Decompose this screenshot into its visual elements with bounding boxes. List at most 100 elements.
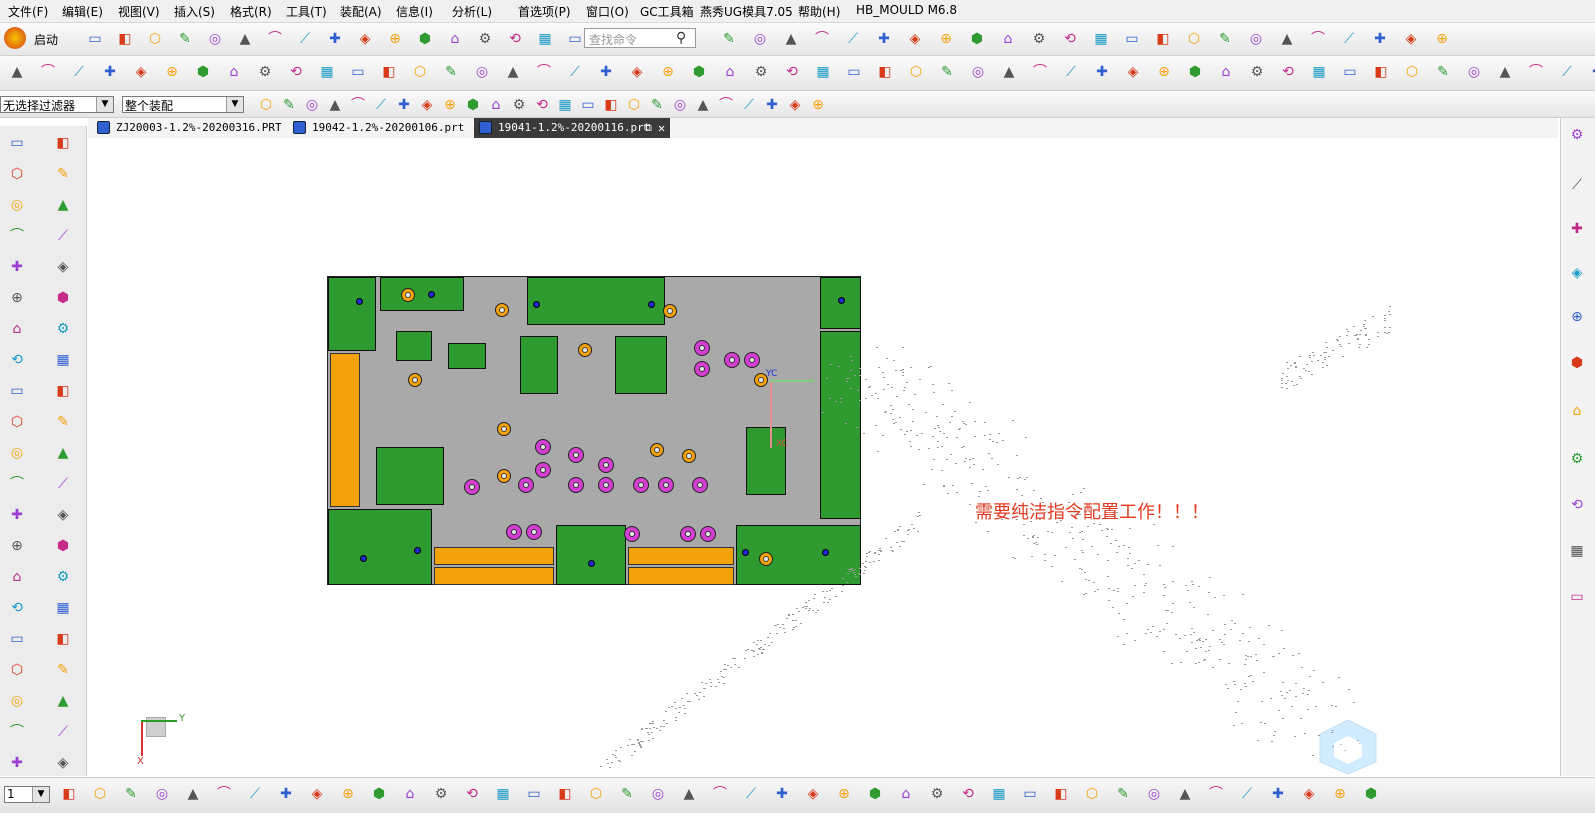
tool-button-icon[interactable]: ▲	[234, 28, 256, 50]
tab-19042[interactable]: 19042-1.2%-20200106.prt	[288, 118, 466, 138]
tab-19041-active[interactable]: 19041-1.2%-20200116.prt ⧉ ✕	[474, 118, 670, 138]
bottom-tool-icon[interactable]: ▲	[1174, 783, 1196, 805]
left-tool-icon[interactable]: ⌂	[6, 566, 28, 588]
tool-button-icon[interactable]: ⚙	[1028, 28, 1050, 50]
chevron-down-icon[interactable]: ▼	[226, 97, 243, 112]
tool-button-icon[interactable]: ◧	[874, 61, 896, 83]
tool-button-icon[interactable]: ◧	[378, 61, 400, 83]
tool-button-icon[interactable]: ⬡	[144, 28, 166, 50]
left-tool-icon[interactable]: ◈	[52, 256, 74, 278]
bottom-tool-icon[interactable]: ⬢	[1360, 783, 1382, 805]
menu-item-11[interactable]: GC工具箱	[640, 3, 694, 20]
close-icon[interactable]: ✕	[658, 118, 665, 138]
left-tool-icon[interactable]: ▦	[52, 349, 74, 371]
tool-button-icon[interactable]: ⬡	[623, 94, 645, 116]
left-tool-icon[interactable]: ⬢	[52, 535, 74, 557]
tool-button-icon[interactable]: ⟋	[842, 28, 864, 50]
tool-button-icon[interactable]: ⌂	[997, 28, 1019, 50]
bottom-tool-icon[interactable]: ▲	[182, 783, 204, 805]
tool-button-icon[interactable]: ⬢	[462, 94, 484, 116]
tool-button-icon[interactable]: ⌂	[1215, 61, 1237, 83]
tool-button-icon[interactable]: ▦	[812, 61, 834, 83]
restore-icon[interactable]: ⧉	[644, 118, 652, 138]
resource-bar-icon[interactable]: ◈	[1566, 262, 1588, 284]
left-tool-icon[interactable]: ◧	[52, 628, 74, 650]
tool-button-icon[interactable]: ◧	[1370, 61, 1392, 83]
left-tool-icon[interactable]: ⊕	[6, 287, 28, 309]
tool-button-icon[interactable]: ⬢	[414, 28, 436, 50]
tool-button-icon[interactable]: ◎	[967, 61, 989, 83]
tool-button-icon[interactable]: ◎	[669, 94, 691, 116]
left-tool-icon[interactable]: ▲	[52, 690, 74, 712]
tool-button-icon[interactable]: ⬢	[192, 61, 214, 83]
left-tool-icon[interactable]: ⌒	[6, 721, 28, 743]
bottom-tool-icon[interactable]: ✎	[1112, 783, 1134, 805]
pcb-board[interactable]: YC XC	[327, 276, 861, 585]
left-tool-icon[interactable]: ✎	[52, 163, 74, 185]
tool-button-icon[interactable]: ◎	[301, 94, 323, 116]
bottom-tool-icon[interactable]: ✚	[1267, 783, 1289, 805]
bottom-tool-icon[interactable]: ▦	[988, 783, 1010, 805]
tool-button-icon[interactable]: ▭	[347, 61, 369, 83]
tool-button-icon[interactable]: ⚙	[1246, 61, 1268, 83]
search-icon[interactable]: ⚲	[676, 30, 686, 46]
tool-button-icon[interactable]: ⟋	[738, 94, 760, 116]
tool-button-icon[interactable]: ✚	[1091, 61, 1113, 83]
tool-button-icon[interactable]: ⊕	[161, 61, 183, 83]
bottom-tool-icon[interactable]: ⌂	[895, 783, 917, 805]
tool-button-icon[interactable]: ▭	[843, 61, 865, 83]
tool-button-icon[interactable]: ◎	[749, 28, 771, 50]
left-tool-icon[interactable]: ⌂	[6, 318, 28, 340]
tool-button-icon[interactable]: ✚	[595, 61, 617, 83]
tool-button-icon[interactable]: ▲	[780, 28, 802, 50]
tool-button-icon[interactable]: ⟲	[1059, 28, 1081, 50]
layer-select[interactable]: 1 ▼	[4, 786, 50, 803]
menu-item-10[interactable]: 窗口(O)	[586, 3, 629, 20]
bottom-tool-icon[interactable]: ⌒	[709, 783, 731, 805]
tool-button-icon[interactable]: ✚	[1587, 61, 1595, 83]
tool-button-icon[interactable]: ⟋	[294, 28, 316, 50]
tool-button-icon[interactable]: ◎	[1463, 61, 1485, 83]
bottom-tool-icon[interactable]: ⌒	[213, 783, 235, 805]
menu-item-1[interactable]: 编辑(E)	[62, 3, 103, 20]
tool-button-icon[interactable]: ◈	[784, 94, 806, 116]
tool-button-icon[interactable]: ◈	[904, 28, 926, 50]
menu-item-8[interactable]: 分析(L)	[452, 3, 492, 20]
resource-bar-icon[interactable]: ⚙	[1566, 448, 1588, 470]
tool-button-icon[interactable]: ⬡	[905, 61, 927, 83]
menu-item-6[interactable]: 装配(A)	[340, 3, 382, 20]
left-tool-icon[interactable]: ◧	[52, 380, 74, 402]
bottom-tool-icon[interactable]: ◈	[306, 783, 328, 805]
bottom-tool-icon[interactable]: ⌒	[1205, 783, 1227, 805]
left-tool-icon[interactable]: ✎	[52, 659, 74, 681]
bottom-tool-icon[interactable]: ⊕	[337, 783, 359, 805]
tool-button-icon[interactable]: ⌒	[347, 94, 369, 116]
resource-bar-icon[interactable]: ⌂	[1566, 400, 1588, 422]
chevron-down-icon[interactable]: ▼	[96, 97, 113, 112]
tool-button-icon[interactable]: ⬡	[255, 94, 277, 116]
bottom-tool-icon[interactable]: ◧	[58, 783, 80, 805]
resource-bar-icon[interactable]: ✚	[1566, 218, 1588, 240]
tool-button-icon[interactable]: ◎	[1245, 28, 1267, 50]
tool-button-icon[interactable]: ▦	[554, 94, 576, 116]
menu-item-2[interactable]: 视图(V)	[118, 3, 160, 20]
resource-bar-icon[interactable]: ⊕	[1566, 306, 1588, 328]
left-tool-icon[interactable]: ◎	[6, 194, 28, 216]
left-tool-icon[interactable]: ⟲	[6, 597, 28, 619]
tool-button-icon[interactable]: ⟋	[1338, 28, 1360, 50]
tool-button-icon[interactable]: ⬡	[1183, 28, 1205, 50]
tool-button-icon[interactable]: ▭	[1339, 61, 1361, 83]
tool-button-icon[interactable]: ✎	[936, 61, 958, 83]
tool-button-icon[interactable]: ⌒	[1029, 61, 1051, 83]
bottom-tool-icon[interactable]: ◎	[647, 783, 669, 805]
bottom-tool-icon[interactable]: ✎	[120, 783, 142, 805]
left-tool-icon[interactable]: ⬢	[52, 287, 74, 309]
tool-button-icon[interactable]: ⟲	[285, 61, 307, 83]
bottom-tool-icon[interactable]: ⬡	[1081, 783, 1103, 805]
left-tool-icon[interactable]: ⚙	[52, 318, 74, 340]
tool-button-icon[interactable]: ▲	[6, 61, 28, 83]
bottom-tool-icon[interactable]: ⬢	[864, 783, 886, 805]
left-tool-icon[interactable]: ⟋	[52, 473, 74, 495]
left-tool-icon[interactable]: ⌒	[6, 225, 28, 247]
start-icon[interactable]	[4, 27, 26, 49]
